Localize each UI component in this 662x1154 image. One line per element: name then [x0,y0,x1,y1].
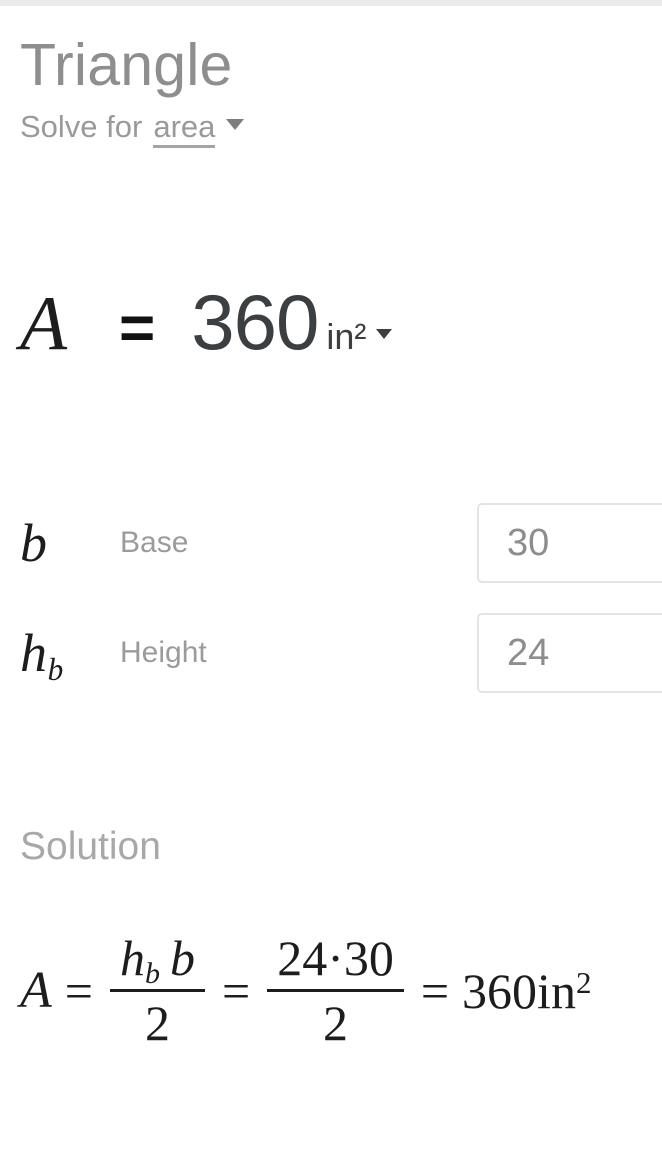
result-variable: A [20,280,68,366]
base-input[interactable] [477,503,662,583]
solution-substituted-fraction: 24·30 2 [267,930,404,1051]
solution-heading: Solution [20,825,161,868]
substituted-numerator: 24·30 [277,930,394,986]
input-fields: b Base hb Height [0,503,662,723]
triangle-solver-page: Triangle Solve for area A = 360 in² b Ba… [0,0,662,1154]
substituted-denominator: 2 [323,995,349,1051]
solution-formula-fraction: hb b 2 [109,930,205,1051]
field-symbol-base: b [20,513,47,573]
solution-result: 360in2 [462,962,592,1019]
solve-for-selector[interactable]: area [153,111,216,148]
result-value: 360 [191,278,319,366]
result-unit[interactable]: in² [326,319,366,355]
solution-lhs: A [20,961,52,1019]
field-label-base: Base [120,526,189,559]
field-row-base: b Base [0,503,662,583]
height-input[interactable] [477,613,662,693]
page-header: Triangle Solve for area [20,6,245,148]
solve-for-row: Solve for area [20,109,245,148]
formula-numerator: hb b [119,930,195,990]
solution-equals-1: = [64,962,93,1019]
solution-equals-2: = [221,962,251,1019]
result-expression: A = 360 in² [20,278,393,366]
formula-denominator: 2 [144,995,170,1051]
field-label-height: Height [120,636,207,669]
field-symbol-height: hb [20,623,64,687]
solution-equals-3: = [420,962,450,1019]
solve-for-label: Solve for [20,109,143,144]
result-equals-sign: = [119,294,156,363]
chevron-down-icon[interactable] [226,119,245,130]
page-title: Triangle [20,32,233,98]
solution-equation: A = hb b 2 = 24·30 2 = 360in2 [20,930,591,1051]
unit-chevron-down-icon[interactable] [376,329,393,339]
field-row-height: hb Height [0,613,662,693]
